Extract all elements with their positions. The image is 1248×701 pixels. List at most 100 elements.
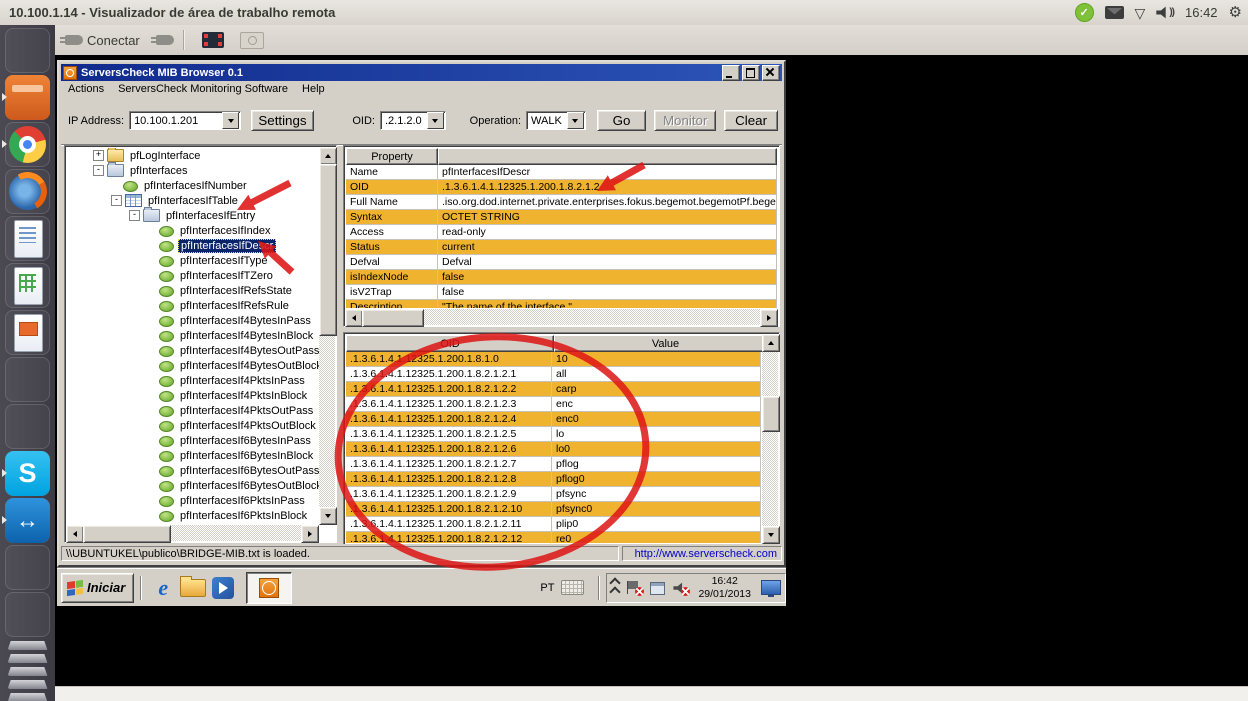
tree-item-pfInterfacesIfRefsRule[interactable]: pfInterfacesIfRefsRule [67, 298, 319, 313]
tree-item-pfInterfacesIf6BytesInBlock[interactable]: pfInterfacesIf6BytesInBlock [67, 448, 319, 463]
oid-dropdown-icon[interactable] [426, 112, 444, 129]
property-row-Access[interactable]: Access read-only [346, 225, 777, 240]
tree-item-pfInterfacesIf4PktsInPass[interactable]: pfInterfacesIf4PktsInPass [67, 373, 319, 388]
tree-item-pfInterfacesIf6BytesInPass[interactable]: pfInterfacesIf6BytesInPass [67, 433, 319, 448]
result-row-1[interactable]: .1.3.6.1.4.1.12325.1.200.1.8.1.0 10 [346, 352, 761, 367]
scroll-right-icon[interactable] [301, 525, 319, 543]
property-row-Full-Name[interactable]: Full Name .iso.org.dod.internet.private.e… [346, 195, 777, 210]
operation-combo[interactable]: WALK [526, 111, 586, 130]
clock[interactable]: 16:42 [1185, 5, 1218, 20]
result-row-11[interactable]: .1.3.6.1.4.1.12325.1.200.1.8.2.1.2.10 pfs… [346, 502, 761, 517]
result-row-6[interactable]: .1.3.6.1.4.1.12325.1.200.1.8.2.1.2.5 lo [346, 427, 761, 442]
results-oid-header[interactable]: OID [346, 335, 554, 352]
minimize-button[interactable] [722, 64, 740, 81]
scroll-up-icon[interactable] [762, 334, 780, 352]
tree-item-pfInterfacesIf6BytesOutBlock[interactable]: pfInterfacesIf6BytesOutBlock [67, 478, 319, 493]
stacked-launcher-icon[interactable] [7, 680, 48, 689]
launcher-item-firefox[interactable] [5, 169, 50, 214]
launcher-item-skype[interactable]: S [2, 451, 50, 496]
launcher-item-software-center[interactable] [5, 404, 50, 449]
menu-item-help[interactable]: Help [295, 82, 332, 96]
property-row-Description[interactable]: Description "The name of the interface." [346, 300, 777, 308]
tree-horizontal-scrollbar[interactable] [66, 525, 319, 543]
ip-dropdown-icon[interactable] [222, 112, 240, 129]
tree-item-pfInterfacesIf4PktsOutPass[interactable]: pfInterfacesIf4PktsOutPass [67, 403, 319, 418]
scroll-down-icon[interactable] [762, 526, 780, 544]
keyboard-icon[interactable] [561, 580, 585, 595]
result-row-2[interactable]: .1.3.6.1.4.1.12325.1.200.1.8.2.1.2.1 all [346, 367, 761, 382]
disconnect-plug-icon[interactable] [150, 35, 174, 45]
scroll-left-icon[interactable] [345, 309, 363, 327]
tree-item-pfLogInterface[interactable]: + pfLogInterface [67, 148, 319, 163]
result-row-9[interactable]: .1.3.6.1.4.1.12325.1.200.1.8.2.1.2.8 pflo… [346, 472, 761, 487]
internet-explorer-icon[interactable]: e [148, 574, 178, 602]
mail-icon[interactable] [1104, 6, 1124, 19]
property-row-Status[interactable]: Status current [346, 240, 777, 255]
scroll-left-icon[interactable] [66, 525, 84, 543]
tree-item-pfInterfacesIf6PktsInPass[interactable]: pfInterfacesIf6PktsInPass [67, 493, 319, 508]
launcher-item-libreoffice-impress[interactable] [5, 310, 50, 355]
muted-speaker-icon[interactable] [672, 580, 691, 596]
expander-minus-icon[interactable]: - [129, 210, 140, 221]
session-gear-icon[interactable]: ⚙ [1229, 5, 1242, 20]
stacked-launcher-icon[interactable] [7, 667, 48, 676]
result-row-12[interactable]: .1.3.6.1.4.1.12325.1.200.1.8.2.1.2.11 pli… [346, 517, 761, 532]
launcher-item-workspace-switcher[interactable] [5, 592, 50, 637]
tree-item-pfInterfacesIfTable[interactable]: - pfInterfacesIfTable [67, 193, 319, 208]
tree-item-pfInterfacesIfDescr[interactable]: pfInterfacesIfDescr [67, 238, 319, 253]
result-row-4[interactable]: .1.3.6.1.4.1.12325.1.200.1.8.2.1.2.3 enc [346, 397, 761, 412]
settings-button[interactable]: Settings [250, 110, 314, 131]
property-hscroll-thumb[interactable] [362, 309, 424, 327]
launcher-item-red-app[interactable] [5, 357, 50, 402]
stacked-launcher-icon[interactable] [7, 654, 48, 663]
property-row-isV2Trap[interactable]: isV2Trap false [346, 285, 777, 300]
launcher-item-files[interactable] [2, 75, 50, 120]
result-row-3[interactable]: .1.3.6.1.4.1.12325.1.200.1.8.2.1.2.2 carp [346, 382, 761, 397]
scroll-up-icon[interactable] [319, 147, 337, 165]
result-row-8[interactable]: .1.3.6.1.4.1.12325.1.200.1.8.2.1.2.7 pflo… [346, 457, 761, 472]
tree-vertical-scrollbar[interactable] [319, 147, 337, 525]
property-row-Name[interactable]: Name pfInterfacesIfDescr [346, 165, 777, 180]
tree-item-pfInterfacesIfIndex[interactable]: pfInterfacesIfIndex [67, 223, 319, 238]
launcher-item-ubuntu-dash[interactable] [5, 28, 50, 73]
maximize-button[interactable] [742, 64, 760, 81]
explorer-folder-icon[interactable] [178, 574, 208, 602]
launcher-item-chromium[interactable] [2, 122, 50, 167]
fullscreen-icon[interactable] [201, 32, 224, 48]
language-indicator[interactable]: PT [540, 582, 554, 594]
expander-minus-icon[interactable]: - [111, 195, 122, 206]
launcher-item-libreoffice-calc[interactable] [5, 263, 50, 308]
expander-plus-icon[interactable]: + [93, 150, 104, 161]
result-row-7[interactable]: .1.3.6.1.4.1.12325.1.200.1.8.2.1.2.6 lo0 [346, 442, 761, 457]
tree-item-pfInterfacesIf6BytesOutPass[interactable]: pfInterfacesIf6BytesOutPass [67, 463, 319, 478]
mib-browser-task-button[interactable] [246, 571, 293, 604]
menu-item-actions[interactable]: Actions [61, 82, 111, 96]
tree-item-pfInterfacesIfEntry[interactable]: - pfInterfacesIfEntry [67, 207, 319, 223]
tree-item-pfInterfacesIf4BytesInPass[interactable]: pfInterfacesIf4BytesInPass [67, 313, 319, 328]
launcher-item-libreoffice-writer[interactable] [5, 216, 50, 261]
results-value-header[interactable]: Value [554, 335, 777, 352]
property-value-column-header[interactable] [438, 148, 777, 165]
mib-title-bar[interactable]: ServersCheck MIB Browser 0.1 [61, 64, 782, 81]
tree-item-pfInterfacesIfNumber[interactable]: pfInterfacesIfNumber [67, 178, 319, 193]
volume-icon[interactable]: )) [1156, 6, 1175, 19]
tree-item-pfInterfacesIf4PktsInBlock[interactable]: pfInterfacesIf4PktsInBlock [67, 388, 319, 403]
clear-button[interactable]: Clear [724, 110, 779, 131]
updates-ok-icon[interactable]: ✓ [1074, 3, 1094, 22]
property-horizontal-scrollbar[interactable] [345, 309, 778, 327]
expander-minus-icon[interactable]: - [93, 165, 104, 176]
tree-item-pfInterfaces[interactable]: - pfInterfaces [67, 162, 319, 178]
result-row-5[interactable]: .1.3.6.1.4.1.12325.1.200.1.8.2.1.2.4 enc0 [346, 412, 761, 427]
tree-item-pfInterfacesIf4BytesInBlock[interactable]: pfInterfacesIf4BytesInBlock [67, 328, 319, 343]
tree-item-pfInterfacesIf4BytesOutBlock[interactable]: pfInterfacesIf4BytesOutBlock [67, 358, 319, 373]
collapse-tray-icon[interactable] [609, 577, 622, 598]
stacked-launcher-icon[interactable] [7, 641, 48, 650]
scroll-down-icon[interactable] [319, 507, 337, 525]
tree-scroll-thumb[interactable] [319, 164, 337, 336]
property-row-OID[interactable]: OID .1.3.6.1.4.1.12325.1.200.1.8.2.1.2 [346, 180, 777, 195]
screenshot-icon[interactable] [239, 31, 264, 49]
ip-address-combo[interactable]: 10.100.1.201 [129, 111, 242, 130]
property-row-isIndexNode[interactable]: isIndexNode false [346, 270, 777, 285]
alerts-flag-icon[interactable] [626, 580, 645, 596]
operation-dropdown-icon[interactable] [566, 112, 584, 129]
